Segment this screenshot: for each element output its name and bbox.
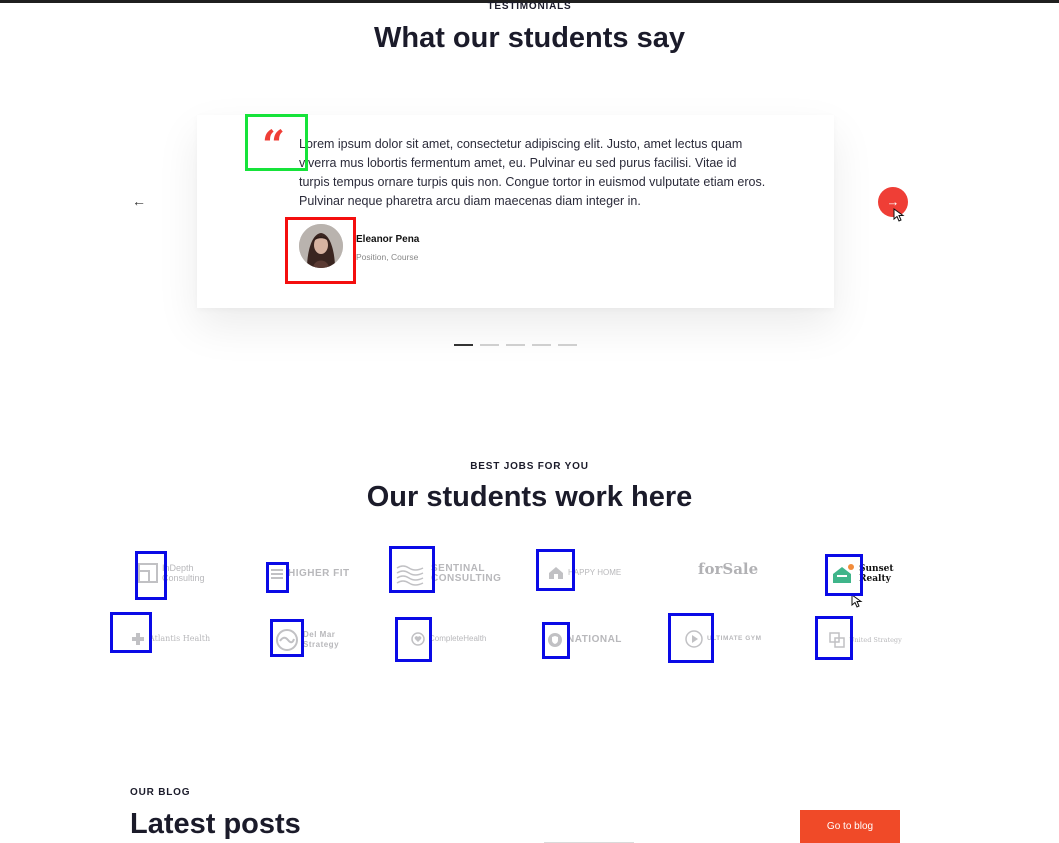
logo-text-line: Del Mar [303,630,336,639]
logo-text-line: HAPPY HOME [568,568,622,577]
logo-text-line: United Strategy [849,636,902,644]
highlight-box-logo-icon [395,617,432,662]
testimonials-eyebrow: TESTIMONIALS [487,1,572,12]
highlight-box-logo-icon [389,546,435,593]
highlight-box-logo-icon [825,554,863,596]
highlight-box-logo-icon [270,619,304,657]
blog-eyebrow: OUR BLOG [130,787,191,798]
carousel-dot-5[interactable] [558,344,577,346]
highlight-box-logo-icon [542,622,570,659]
highlight-box-avatar [285,217,356,284]
author-role: Position, Course [356,252,419,262]
mouse-cursor-icon [851,594,863,608]
jobs-eyebrow: BEST JOBS FOR YOU [470,461,589,472]
carousel-dot-3[interactable] [506,344,525,346]
author-name: Eleanor Pena [356,234,420,245]
logo-text-line: Sunset [859,564,894,574]
logo-text-line: Consulting [162,573,205,583]
carousel-dot-2[interactable] [480,344,499,346]
highlight-box-logo-icon [668,613,714,663]
highlight-box-logo-icon [135,551,167,600]
logo-text-line: NATIONAL [567,634,622,645]
testimonial-text: Lorem ipsum dolor sit amet, consectetur … [299,137,766,208]
logo-text-line: CONSULTING [431,573,502,584]
sign-icon-label: forSale [698,560,759,578]
testimonials-title: What our students say [374,22,685,54]
logo-text-line: Atlantis Health [149,634,211,643]
logo-text-line: InDepth [162,563,194,573]
highlight-box-logo-icon [110,612,152,653]
go-to-blog-button[interactable]: Go to blog [800,810,900,843]
carousel-dot-1[interactable] [454,344,473,346]
logo-text-line: CompleteHealth [429,634,487,643]
logo-text-line: ULTIMATE GYM [707,635,762,642]
highlight-box-logo-icon [536,549,575,591]
logo-text-line: HIGHER FIT [288,568,350,579]
highlight-box-logo-icon [815,616,853,660]
logo-text-line: Realty [859,574,891,584]
highlight-box-quote [245,114,308,171]
blog-title: Latest posts [130,808,301,840]
logo-for-sale[interactable]: forSale [698,560,759,578]
carousel-pagination [454,344,577,346]
prev-arrow-button[interactable]: ← [131,193,147,209]
carousel-dot-4[interactable] [532,344,551,346]
mouse-cursor-icon [893,208,905,222]
highlight-box-logo-icon [266,562,289,593]
logo-text-line: Strategy [303,640,340,649]
jobs-title: Our students work here [366,481,693,513]
